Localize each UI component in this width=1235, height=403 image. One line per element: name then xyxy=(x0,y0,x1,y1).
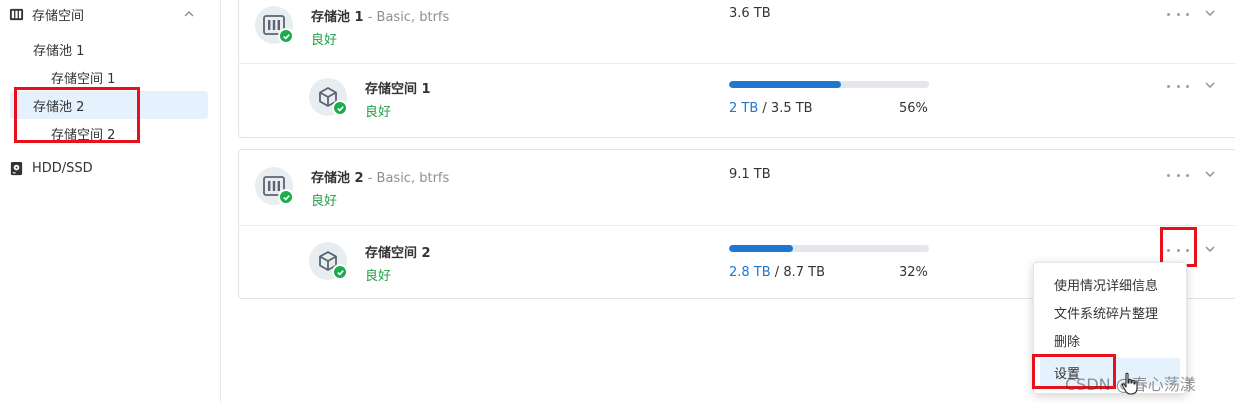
menu-item-delete[interactable]: 删除 xyxy=(1034,326,1186,354)
more-options-button[interactable] xyxy=(1167,78,1189,94)
usage-total: 3.5 TB xyxy=(770,101,813,116)
more-options-button[interactable] xyxy=(1167,6,1189,22)
sidebar-item-label: 存储池 1 xyxy=(33,43,85,59)
chevron-up-icon[interactable] xyxy=(182,7,196,21)
pool-title: 存储池 1 - Basic, btrfs xyxy=(311,6,449,25)
usage-separator: / xyxy=(758,101,771,116)
check-icon xyxy=(332,264,348,280)
sidebar-item-volume-1[interactable]: 存储空间 1 xyxy=(0,63,221,91)
pool-row[interactable]: 存储池 2 - Basic, btrfs 良好 9.1 TB xyxy=(239,150,1235,225)
menu-item-usage-details[interactable]: 使用情况详细信息 xyxy=(1034,270,1186,298)
pool-capacity: 9.1 TB xyxy=(729,167,771,182)
check-icon xyxy=(332,100,348,116)
pool-detail: - Basic, btrfs xyxy=(363,171,450,186)
check-icon xyxy=(278,189,294,205)
usage-used: 2 TB xyxy=(729,101,759,116)
sidebar-section-storage[interactable]: 存储空间 xyxy=(0,0,221,28)
usage-progress-fill xyxy=(729,81,841,88)
usage-total: 8.7 TB xyxy=(783,265,825,280)
pool-card: 存储池 1 - Basic, btrfs 良好 3.6 TB 存储空间 1 良好… xyxy=(238,0,1235,138)
check-icon xyxy=(278,28,294,44)
sidebar: 存储空间 存储池 1 存储空间 1 存储池 2 存储空间 2 HDD/SSD xyxy=(0,0,221,403)
usage-used: 2.8 TB xyxy=(729,265,771,280)
storage-pool-icon xyxy=(9,8,24,20)
pool-row[interactable]: 存储池 1 - Basic, btrfs 良好 3.6 TB xyxy=(239,0,1235,63)
volume-name: 存储空间 1 xyxy=(365,82,431,97)
sidebar-item-label: 存储空间 2 xyxy=(51,127,116,143)
chevron-down-icon[interactable] xyxy=(1203,167,1217,181)
more-options-button[interactable] xyxy=(1167,167,1189,183)
chevron-down-icon[interactable] xyxy=(1203,242,1217,256)
volume-name: 存储空间 2 xyxy=(365,246,431,261)
sidebar-section-label: 存储空间 xyxy=(32,8,85,24)
sidebar-item-pool-2[interactable]: 存储池 2 xyxy=(10,91,208,119)
pool-title: 存储池 2 - Basic, btrfs xyxy=(311,167,449,186)
sidebar-item-volume-2[interactable]: 存储空间 2 xyxy=(0,119,221,147)
status-badge: 良好 xyxy=(311,194,338,209)
sidebar-item-pool-1[interactable]: 存储池 1 xyxy=(0,35,221,63)
chevron-down-icon[interactable] xyxy=(1203,6,1217,20)
usage-percent: 56% xyxy=(899,101,928,116)
sidebar-item-label: 存储池 2 xyxy=(33,99,85,115)
sidebar-item-label: HDD/SSD xyxy=(32,160,93,176)
usage-progress-bar xyxy=(729,81,929,88)
pool-name: 存储池 1 xyxy=(311,10,364,25)
usage-text: 2.8 TB / 8.7 TB xyxy=(729,265,825,280)
status-badge: 良好 xyxy=(365,269,392,284)
pool-detail: - Basic, btrfs xyxy=(363,10,450,25)
usage-progress-bar xyxy=(729,245,929,252)
status-badge: 良好 xyxy=(311,33,338,48)
pool-capacity: 3.6 TB xyxy=(729,6,771,21)
usage-text: 2 TB / 3.5 TB xyxy=(729,101,813,116)
pool-name: 存储池 2 xyxy=(311,171,364,186)
chevron-down-icon[interactable] xyxy=(1203,78,1217,92)
hard-drive-icon xyxy=(10,161,23,175)
sidebar-item-hdd-ssd[interactable]: HDD/SSD xyxy=(0,154,221,182)
hand-cursor-icon xyxy=(1121,372,1138,395)
usage-separator: / xyxy=(770,265,784,280)
sidebar-item-label: 存储空间 1 xyxy=(51,71,116,87)
volume-row[interactable]: 存储空间 1 良好 2 TB / 3.5 TB 56% xyxy=(239,63,1235,138)
more-options-button[interactable] xyxy=(1167,242,1189,258)
menu-item-defragment[interactable]: 文件系统碎片整理 xyxy=(1034,298,1186,326)
usage-progress-fill xyxy=(729,245,793,252)
status-badge: 良好 xyxy=(365,105,392,120)
usage-percent: 32% xyxy=(899,265,928,280)
